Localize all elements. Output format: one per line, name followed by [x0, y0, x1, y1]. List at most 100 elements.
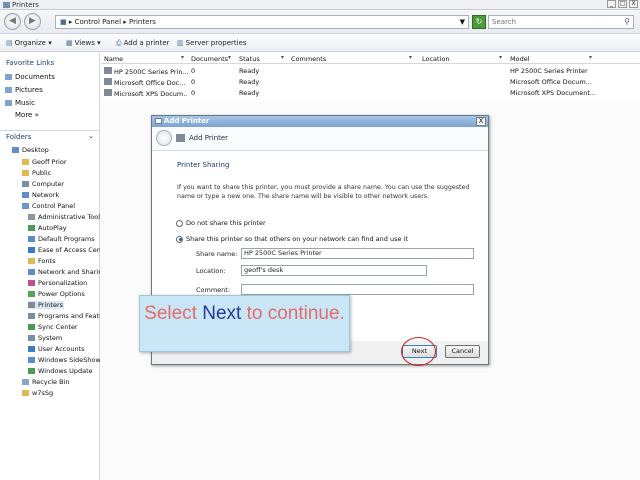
network-sharing-icon	[28, 269, 35, 275]
minimize-button[interactable]: _	[607, 0, 616, 8]
add-printer-button[interactable]: ⎙ Add a printer	[116, 39, 170, 48]
user-accounts-icon	[28, 346, 35, 352]
tree-item-network[interactable]: Network	[22, 191, 59, 199]
tree-item-default-programs[interactable]: Default Programs	[28, 235, 100, 243]
sideshow-icon	[28, 357, 35, 363]
printer-row[interactable]: HP 2500C Series Prin... 0 Ready HP 2500C…	[104, 66, 640, 76]
printer-sharing-heading: Printer Sharing	[177, 161, 230, 169]
views-button[interactable]: ▦ Views ▾	[66, 39, 101, 47]
server-properties-button[interactable]: ▥ Server properties	[177, 39, 247, 47]
search-input[interactable]	[489, 16, 619, 28]
breadcrumb-printers[interactable]: Printers	[129, 18, 156, 26]
tree-item-printers[interactable]: Printers	[28, 301, 64, 309]
favorite-documents[interactable]: Documents	[5, 73, 55, 81]
location-field[interactable]: geoff's desk	[241, 265, 427, 276]
highlight-circle	[401, 337, 436, 366]
location-label: Location:	[196, 267, 226, 275]
callout-keyword: Next	[202, 303, 242, 324]
folders-heading[interactable]: Folders	[6, 133, 31, 141]
column-header: Name ▾ Documents ▾ Status ▾ Comments ▾ Locat…	[101, 53, 640, 64]
column-status-dropdown-icon[interactable]: ▾	[281, 54, 284, 61]
organize-icon: ▤	[6, 39, 13, 47]
search-box[interactable]: ⚲	[488, 15, 634, 29]
tree-item-control-panel[interactable]: Control Panel	[22, 202, 75, 210]
column-comments[interactable]: Comments	[291, 55, 326, 63]
tree-item-computer[interactable]: Computer	[22, 180, 64, 188]
recycle-bin-icon	[22, 379, 29, 385]
refresh-icon[interactable]: ↻	[472, 15, 486, 29]
control-panel-icon	[22, 203, 29, 209]
column-comments-dropdown-icon[interactable]: ▾	[409, 54, 412, 61]
tree-item-autoplay[interactable]: AutoPlay	[28, 224, 100, 232]
column-model-dropdown-icon[interactable]: ▾	[589, 54, 592, 61]
back-button[interactable]: ◀	[4, 13, 21, 30]
tree-item-windows-update[interactable]: Windows Update	[28, 367, 100, 375]
column-name-dropdown-icon[interactable]: ▾	[181, 54, 184, 61]
share-name-field[interactable]: HP 2500C Series Printer	[241, 248, 474, 259]
tree-item-windows-sideshow[interactable]: Windows SideShow	[28, 356, 100, 364]
printer-icon	[104, 67, 112, 74]
tree-item-network-sharing[interactable]: Network and Sharin	[28, 268, 100, 276]
dialog-header: Add Printer	[152, 127, 488, 151]
column-status[interactable]: Status	[239, 55, 260, 63]
dialog-close-button[interactable]: X	[476, 117, 486, 126]
column-name[interactable]: Name	[104, 55, 123, 63]
comment-field[interactable]	[241, 284, 474, 295]
tree-item-administrative-tools[interactable]: Administrative Tools	[28, 213, 100, 221]
tree-item-ease-of-access[interactable]: Ease of Access Cen	[28, 246, 100, 254]
do-not-share-radio[interactable]: Do not share this printer	[176, 219, 266, 227]
tree-item-personalization[interactable]: Personalization	[28, 279, 100, 287]
tree-item-w7ssg[interactable]: w7sSg	[22, 389, 53, 397]
dialog-header-title: Add Printer	[189, 134, 229, 142]
column-location[interactable]: Location	[422, 55, 450, 63]
tree-item-fonts[interactable]: Fonts	[28, 257, 100, 265]
folders-collapse-icon[interactable]: ⌄	[88, 132, 94, 140]
tree-item-user-accounts[interactable]: User Accounts	[28, 345, 100, 353]
window-title: Printers	[12, 1, 39, 9]
tree-item-programs-features[interactable]: Programs and Featu	[28, 312, 100, 320]
network-icon	[22, 192, 29, 198]
printer-row[interactable]: Microsoft XPS Docum... 0 Ready Microsoft…	[104, 88, 640, 98]
callout-prefix: Select	[144, 303, 203, 324]
forward-button[interactable]: ▶	[24, 13, 41, 30]
organize-button[interactable]: ▤ Organize ▾	[6, 39, 52, 47]
programs-features-icon	[28, 313, 35, 319]
server-icon: ▥	[177, 39, 184, 47]
breadcrumb-control-panel[interactable]: Control Panel	[75, 18, 121, 26]
cancel-button[interactable]: Cancel	[445, 345, 480, 358]
dialog-back-button[interactable]	[156, 130, 172, 146]
views-icon: ▦	[66, 39, 73, 47]
tree-item-desktop[interactable]: Desktop	[12, 146, 49, 154]
sync-center-icon	[28, 324, 35, 330]
share-printer-radio[interactable]: Share this printer so that others on you…	[176, 235, 408, 243]
tree-item-sync-center[interactable]: Sync Center	[28, 323, 100, 331]
favorite-more[interactable]: More »	[15, 111, 39, 119]
printer-row[interactable]: Microsoft Office Doc... 0 Ready Microsof…	[104, 77, 640, 87]
favorite-links-heading: Favorite Links	[6, 59, 55, 67]
windows-update-icon	[28, 368, 35, 374]
column-documents[interactable]: Documents	[191, 55, 228, 63]
tree-item-system[interactable]: System	[28, 334, 100, 342]
column-documents-dropdown-icon[interactable]: ▾	[228, 54, 231, 61]
autoplay-icon	[28, 225, 35, 231]
column-model[interactable]: Model	[510, 55, 530, 63]
personalization-icon	[28, 280, 35, 286]
search-icon[interactable]: ⚲	[624, 17, 630, 26]
column-location-dropdown-icon[interactable]: ▾	[499, 54, 502, 61]
favorite-pictures[interactable]: Pictures	[5, 86, 43, 94]
default-programs-icon	[28, 236, 35, 242]
tree-item-power-options[interactable]: Power Options	[28, 290, 100, 298]
tree-item-public[interactable]: Public	[22, 169, 51, 177]
address-dropdown-icon[interactable]: ▼	[460, 18, 465, 26]
address-bar[interactable]: ■ ▸ Control Panel ▸ Printers ▼	[55, 15, 469, 29]
tree-item-recycle-bin[interactable]: Recycle Bin	[22, 378, 69, 386]
maximize-button[interactable]: □	[618, 0, 627, 8]
favorite-music[interactable]: Music	[5, 99, 35, 107]
system-icon	[28, 335, 35, 341]
printer-icon	[28, 302, 35, 308]
tree-item-user[interactable]: Geoff Prior	[22, 158, 67, 166]
documents-icon	[5, 74, 12, 80]
navigation-pane: Favorite Links Documents Pictures Music …	[0, 53, 100, 480]
close-button[interactable]: X	[629, 0, 638, 8]
window-controls: _ □ X	[607, 0, 638, 8]
